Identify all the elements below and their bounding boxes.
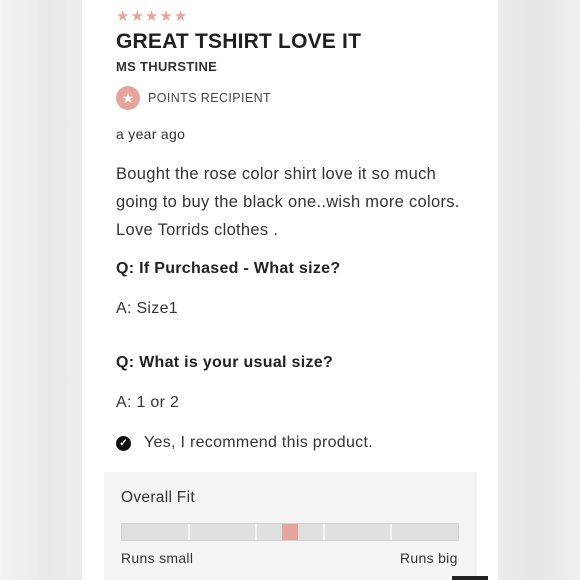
recommend-text: Yes, I recommend this product.	[144, 434, 373, 451]
overall-fit-bar	[121, 523, 459, 541]
answer-1: A: Size1	[116, 300, 178, 317]
fit-segment-divider	[255, 524, 257, 540]
star-icon: ★	[116, 8, 130, 25]
question-1: Q: If Purchased - What size?	[116, 260, 341, 277]
fit-marker	[282, 524, 298, 540]
star-icon: ★	[159, 8, 173, 25]
star-icon: ★	[173, 8, 188, 25]
star-icon: ★	[130, 8, 144, 25]
fit-max-label: Runs big	[400, 550, 458, 566]
corner-mark	[452, 576, 488, 580]
star-icon: ★	[144, 8, 159, 25]
check-circle-icon: ✓	[116, 436, 131, 451]
badge-label: POINTS RECIPIENT	[148, 91, 272, 105]
review-body: Bought the rose color shirt love it so m…	[116, 165, 460, 239]
fit-min-label: Runs small	[121, 550, 194, 566]
review-date: a year ago	[116, 126, 186, 142]
answer-2: A: 1 or 2	[116, 394, 180, 411]
star-rating: ★ ★ ★ ★ ★	[116, 9, 187, 24]
question-2: Q: What is your usual size?	[116, 354, 334, 371]
fit-segment-divider	[390, 524, 392, 540]
review-author[interactable]: MS THURSTINE	[116, 59, 217, 74]
overall-fit-title: Overall Fit	[121, 489, 195, 506]
review-title: GREAT TSHIRT LOVE IT	[116, 30, 362, 53]
background-right	[498, 0, 580, 580]
background-left	[0, 0, 82, 580]
star-icon: ★	[116, 86, 140, 110]
fit-segment-divider	[188, 524, 190, 540]
fit-segment-divider	[323, 524, 325, 540]
